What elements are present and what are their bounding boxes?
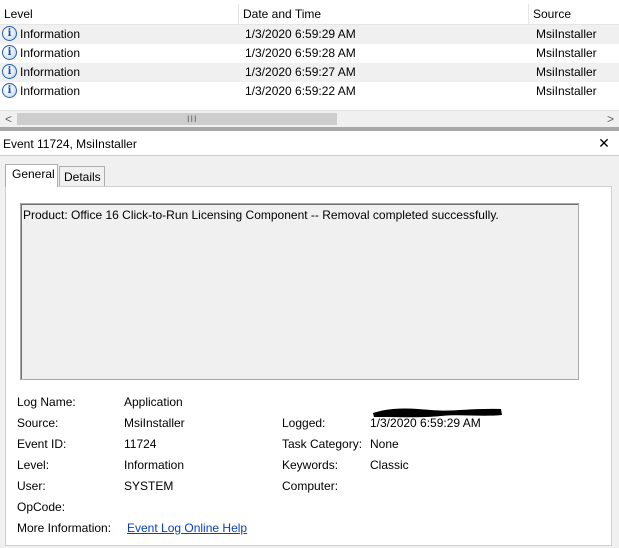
source-cell: MsiInstaller (536, 27, 597, 41)
user-label: User: (17, 479, 46, 493)
event-log-online-help-link[interactable]: Event Log Online Help (127, 521, 247, 535)
level-value: Information (124, 458, 185, 472)
information-icon: i (2, 45, 17, 61)
level-text: Information (20, 65, 81, 79)
scrollbar-thumb[interactable]: III (17, 113, 337, 125)
computer-label: Computer: (282, 479, 339, 493)
table-row[interactable]: i Information 1/3/2020 6:59:22 AM MsiInst… (0, 82, 619, 101)
source-cell: MsiInstaller (536, 84, 597, 98)
log-name-value: Application (124, 395, 183, 409)
general-tab-panel: Product: Office 16 Click-to-Run Licensin… (5, 186, 612, 546)
level-cell: i Information (2, 44, 80, 63)
keywords-value: Classic (370, 458, 409, 472)
event-list-grid: Level Date and Time Source i Information … (0, 0, 619, 128)
more-information-label: More Information: (17, 521, 112, 535)
level-cell: i Information (2, 63, 80, 82)
tab-area: General Details Product: Office 16 Click… (0, 156, 619, 548)
task-category-value: None (370, 437, 399, 451)
event-detail-pane: Event 11724, MsiInstaller ✕ General Deta… (0, 131, 619, 548)
information-icon: i (2, 64, 17, 80)
tab-details[interactable]: Details (59, 166, 105, 186)
source-value: MsiInstaller (124, 416, 185, 430)
detail-title-bar: Event 11724, MsiInstaller ✕ (0, 131, 619, 156)
tab-general[interactable]: General (5, 164, 58, 187)
grid-header: Level Date and Time Source (0, 4, 619, 25)
level-cell: i Information (2, 25, 80, 44)
column-header-source[interactable]: Source (529, 4, 619, 24)
redacted-computer-name (373, 408, 502, 418)
table-row[interactable]: i Information 1/3/2020 6:59:28 AM MsiInst… (0, 44, 619, 63)
date-cell: 1/3/2020 6:59:22 AM (245, 84, 356, 98)
logged-label: Logged: (282, 416, 326, 430)
date-cell: 1/3/2020 6:59:28 AM (245, 46, 356, 60)
close-icon[interactable]: ✕ (597, 135, 611, 151)
event-id-label: Event ID: (17, 437, 67, 451)
user-value: SYSTEM (124, 479, 174, 493)
event-description[interactable]: Product: Office 16 Click-to-Run Licensin… (20, 203, 579, 380)
source-label: Source: (17, 416, 59, 430)
scroll-left-arrow-icon[interactable]: < (0, 111, 17, 128)
date-cell: 1/3/2020 6:59:27 AM (245, 65, 356, 79)
source-cell: MsiInstaller (536, 46, 597, 60)
level-cell: i Information (2, 82, 80, 101)
opcode-label: OpCode: (17, 500, 66, 514)
level-text: Information (20, 84, 81, 98)
scroll-right-arrow-icon[interactable]: > (602, 111, 619, 128)
task-category-label: Task Category: (282, 437, 363, 451)
column-header-level[interactable]: Level (0, 4, 239, 24)
level-text: Information (20, 46, 81, 60)
information-icon: i (2, 26, 17, 42)
column-header-date-and-time[interactable]: Date and Time (239, 4, 529, 24)
table-row[interactable]: i Information 1/3/2020 6:59:27 AM MsiInst… (0, 63, 619, 82)
date-cell: 1/3/2020 6:59:29 AM (245, 27, 356, 41)
horizontal-scrollbar[interactable]: < III > (0, 110, 619, 128)
level-label: Level: (17, 458, 50, 472)
event-id-value: 11724 (124, 437, 157, 451)
detail-title: Event 11724, MsiInstaller (3, 137, 137, 151)
table-row[interactable]: i Information 1/3/2020 6:59:29 AM MsiInst… (0, 25, 619, 44)
log-name-label: Log Name: (17, 395, 76, 409)
source-cell: MsiInstaller (536, 65, 597, 79)
level-text: Information (20, 27, 81, 41)
scrollbar-grip-icon: III (187, 114, 198, 124)
keywords-label: Keywords: (282, 458, 339, 472)
information-icon: i (2, 83, 17, 99)
